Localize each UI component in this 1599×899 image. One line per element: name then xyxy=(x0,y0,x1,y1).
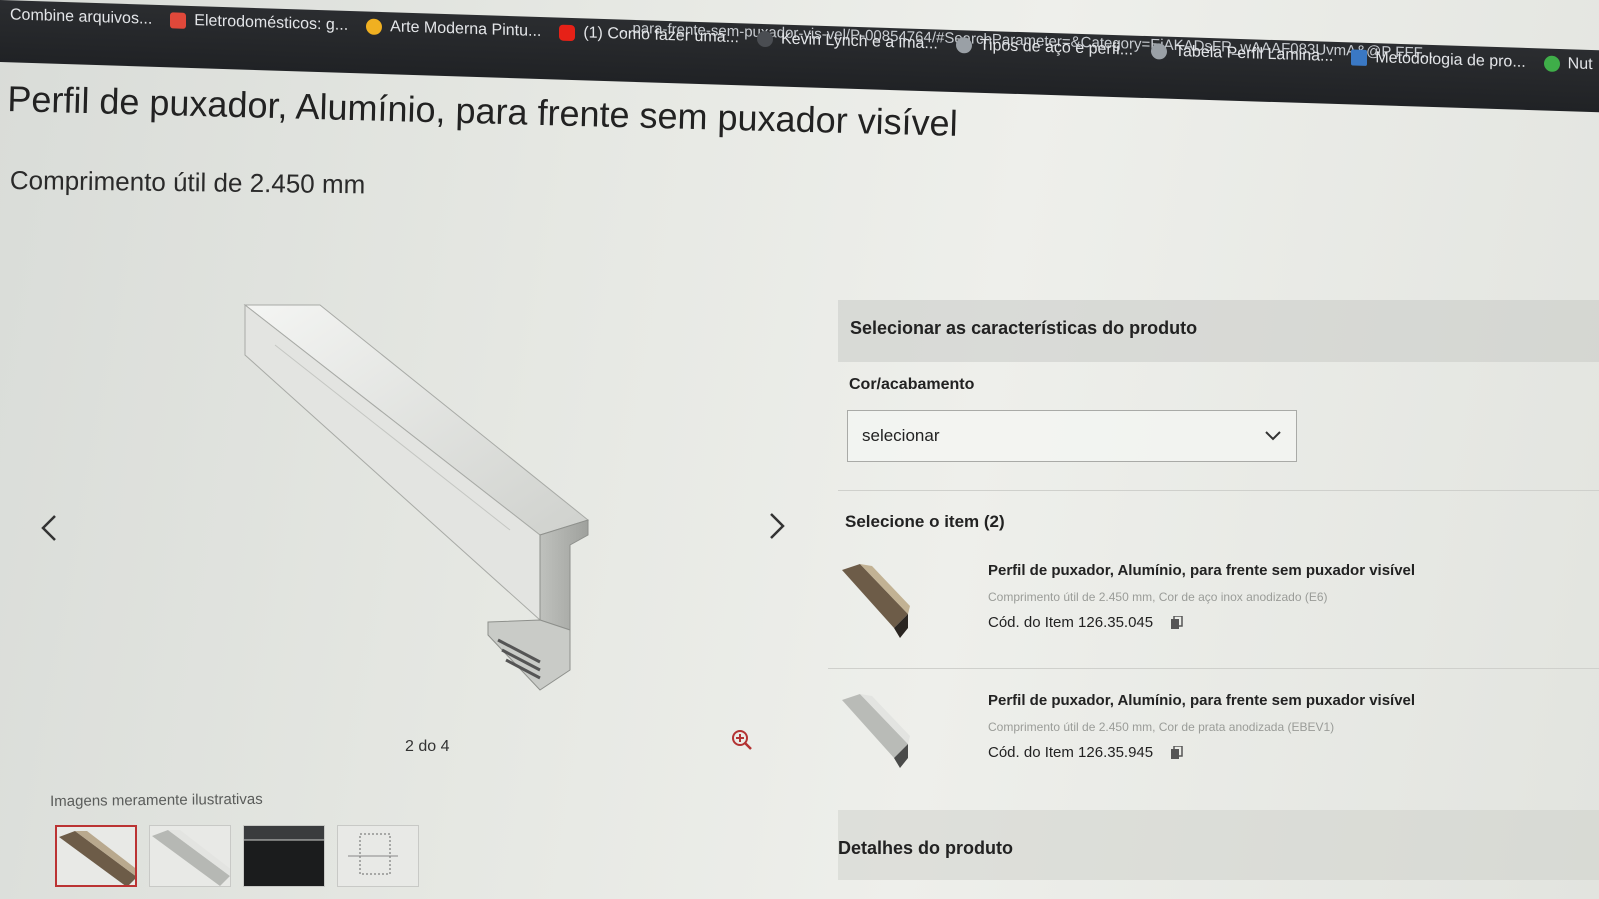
gallery-next-button[interactable] xyxy=(762,506,792,546)
image-gallery: 2 do 4 xyxy=(20,290,810,760)
thumbnail-image xyxy=(244,826,324,841)
zoom-icon[interactable] xyxy=(730,728,754,752)
house-icon xyxy=(170,12,187,29)
bookmark-label: Kevin Lynch e a ima... xyxy=(780,30,938,53)
item-description: Comprimento útil de 2.450 mm, Cor de aço… xyxy=(988,590,1328,604)
bookmark-label: Combine arquivos... xyxy=(10,6,153,28)
color-finish-label: Cor/acabamento xyxy=(849,376,975,393)
n-icon xyxy=(1543,55,1560,73)
gallery-counter: 2 do 4 xyxy=(405,738,450,755)
color-finish-select[interactable]: selecionar xyxy=(847,410,1297,462)
bookmarks-row: Combine arquivos... Eletrodomésticos: g.… xyxy=(10,6,1593,74)
product-main-image xyxy=(243,303,590,691)
page-title: Perfil de puxador, Alumínio, para frente… xyxy=(6,78,959,144)
globe-icon xyxy=(1151,43,1168,60)
images-disclaimer: Imagens meramente ilustrativas xyxy=(50,790,263,810)
item-name: Perfil de puxador, Alumínio, para frente… xyxy=(988,562,1416,579)
item-code-text: Cód. do Item 126.35.945 xyxy=(988,744,1154,761)
bookmark-label: Metodologia de pro... xyxy=(1375,49,1526,71)
item-name: Perfil de puxador, Alumínio, para frente… xyxy=(988,692,1416,709)
v-icon xyxy=(756,30,773,48)
thumbnail-strip xyxy=(55,825,419,887)
bookmark-label: Tipos de aço e perfi... xyxy=(979,36,1134,59)
youtube-icon xyxy=(559,24,576,42)
m-icon xyxy=(1351,49,1368,66)
bookmark-metodologia[interactable]: Metodologia de pro... xyxy=(1351,48,1526,71)
divider xyxy=(838,490,1599,491)
bookmark-nut[interactable]: Nut xyxy=(1543,55,1593,75)
copy-icon[interactable] xyxy=(1171,745,1183,760)
bookmark-eletrodomesticos[interactable]: Eletrodomésticos: g... xyxy=(170,11,348,35)
thumbnail-1[interactable] xyxy=(55,825,137,887)
item-code: Cód. do Item 126.35.045 xyxy=(988,614,1183,631)
chevron-down-icon xyxy=(1265,431,1281,441)
bookmark-label: Tabela Perfil Lamina... xyxy=(1175,42,1334,65)
thumbnail-image xyxy=(59,831,135,885)
thumbnail-image xyxy=(152,830,230,886)
globe-icon xyxy=(955,37,972,54)
bookmark-label: (1) Como fazer uma... xyxy=(583,24,739,47)
panel-header: Selecionar as características do produto xyxy=(838,300,1599,362)
items-label: Selecione o item (2) xyxy=(845,512,1005,531)
bookmark-label: Arte Moderna Pintu... xyxy=(390,18,542,41)
item-image xyxy=(842,694,910,768)
product-details-label: Detalhes do produto xyxy=(838,838,1013,858)
product-options-panel: Selecionar as características do produto… xyxy=(828,300,1599,899)
list-item[interactable]: Perfil de puxador, Alumínio, para frente… xyxy=(838,562,1599,682)
bookmark-label: Eletrodomésticos: g... xyxy=(194,12,349,34)
divider xyxy=(828,668,1599,669)
list-item[interactable]: Perfil de puxador, Alumínio, para frente… xyxy=(838,692,1599,812)
bookmark-label: Nut xyxy=(1567,55,1593,74)
bookmark-arte-moderna[interactable]: Arte Moderna Pintu... xyxy=(366,18,541,42)
item-code-text: Cód. do Item 126.35.045 xyxy=(988,614,1154,631)
product-details-section[interactable]: Detalhes do produto xyxy=(838,810,1599,880)
thumbnail-2[interactable] xyxy=(149,825,231,887)
item-image xyxy=(842,564,910,638)
chevron-right-icon xyxy=(770,513,785,539)
select-value: selecionar xyxy=(862,426,940,445)
thumbnail-image xyxy=(348,833,398,875)
gallery-prev-button[interactable] xyxy=(34,508,64,548)
circle-icon xyxy=(366,18,383,36)
bookmark-combine-arquivos[interactable]: Combine arquivos... xyxy=(10,6,152,28)
product-subtitle: Comprimento útil de 2.450 mm xyxy=(9,165,366,200)
item-code: Cód. do Item 126.35.945 xyxy=(988,744,1183,761)
chevron-left-icon xyxy=(41,515,56,541)
copy-icon[interactable] xyxy=(1171,615,1183,630)
item-description: Comprimento útil de 2.450 mm, Cor de pra… xyxy=(988,720,1335,734)
thumbnail-4[interactable] xyxy=(337,825,419,887)
thumbnail-3[interactable] xyxy=(243,825,325,887)
